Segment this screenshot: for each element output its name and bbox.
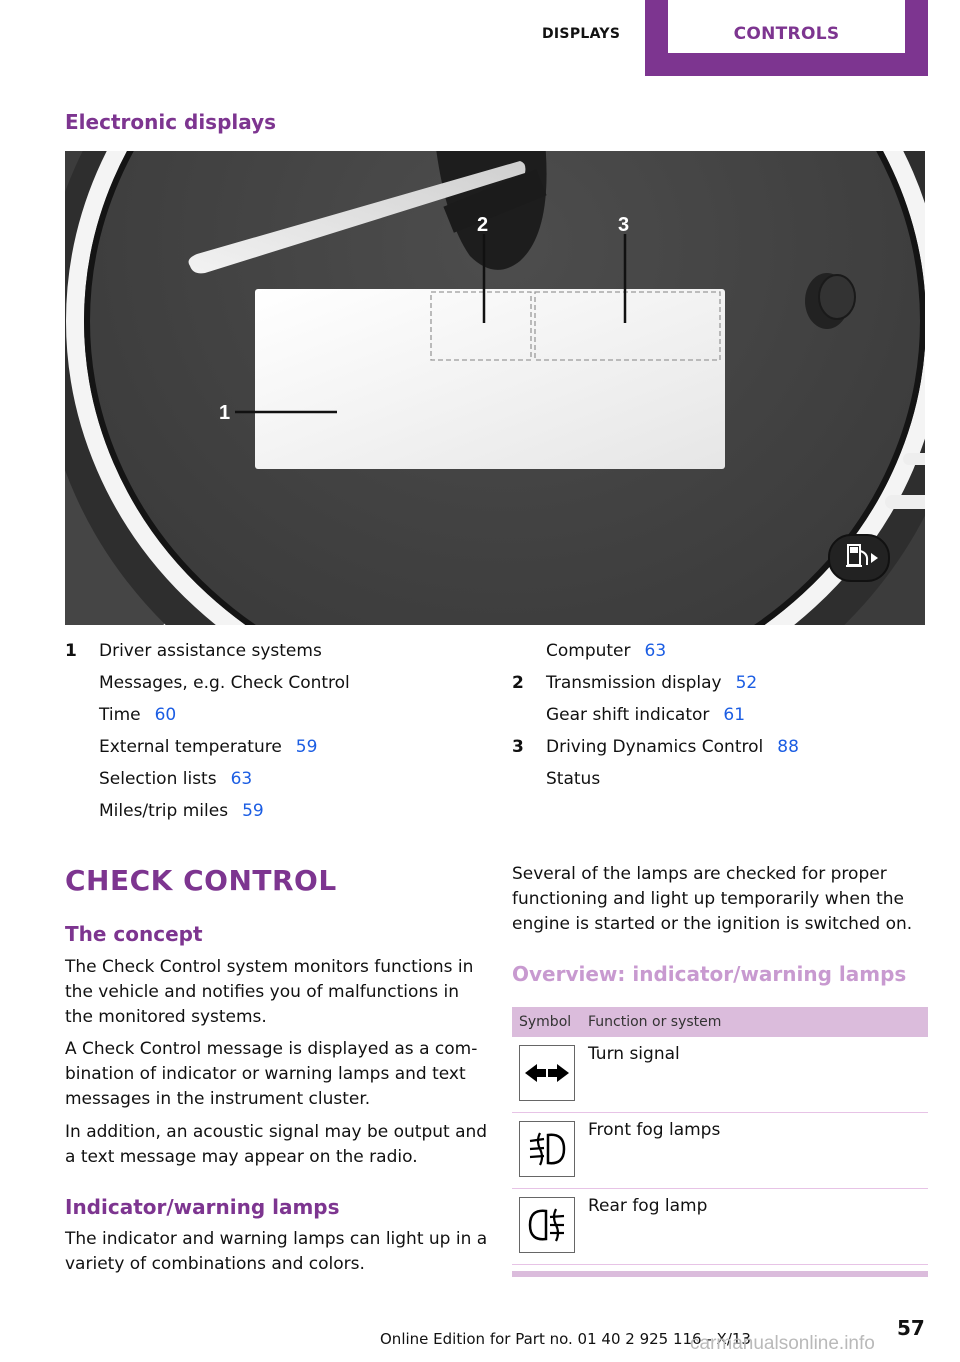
legend-text: Miles/trip miles — [99, 801, 229, 821]
lamp-label: Turn signal — [588, 1044, 680, 1064]
section-tab-controls-label: CONTROLS — [668, 0, 905, 53]
legend-text: Computer — [546, 641, 631, 661]
rear-fog-lamp-icon — [519, 1197, 575, 1253]
turn-signal-icon — [519, 1045, 575, 1101]
instrument-cluster-figure: 2 3 1 — [65, 151, 925, 625]
indicator-light-bar — [903, 453, 925, 465]
table-row: Turn signal — [512, 1037, 928, 1113]
page-reference-link[interactable]: 52 — [736, 667, 758, 699]
page-reference-link[interactable]: 61 — [723, 699, 745, 731]
legend-item: 1 Driver assistance systems — [65, 635, 350, 667]
lamp-label: Front fog lamps — [588, 1120, 721, 1140]
column-header-symbol: Symbol — [519, 1014, 572, 1030]
concept-paragraph-3: In addition, an acoustic signal may be o… — [65, 1122, 488, 1167]
legend-text: Status — [546, 769, 601, 789]
legend-item: 3 Driving Dynamics Control 88 — [512, 731, 799, 763]
callout-1: 1 — [219, 402, 230, 424]
page-number: 57 — [897, 1316, 925, 1340]
legend-item: Status — [512, 763, 799, 795]
legend-number: 3 — [512, 737, 524, 757]
lamp-label: Rear fog lamp — [588, 1196, 708, 1216]
fuel-pump-icon — [828, 534, 890, 582]
legend-text: Transmission display — [546, 673, 722, 693]
legend-number: 1 — [65, 641, 77, 661]
lamps-paragraph: The indicator and warning lamps can ligh… — [65, 1229, 488, 1274]
section-tab-controls: CONTROLS — [645, 0, 928, 76]
concept-heading: The concept — [65, 922, 203, 946]
indicator-light-bar — [885, 495, 925, 509]
legend-item: Miles/trip miles 59 — [65, 795, 350, 827]
lamps-heading: Indicator/warning lamps — [65, 1195, 340, 1219]
page-reference-link[interactable]: 59 — [242, 795, 264, 827]
page-reference-link[interactable]: 59 — [296, 731, 318, 763]
page-reference-link[interactable]: 63 — [645, 635, 667, 667]
table-row: Rear fog lamp — [512, 1189, 928, 1265]
front-fog-lamp-icon — [519, 1121, 575, 1177]
page-reference-link[interactable]: 88 — [777, 731, 799, 763]
callout-3: 3 — [618, 214, 629, 236]
section-tab-displays: DISPLAYS — [542, 26, 621, 42]
legend-text: External temperature — [99, 737, 282, 757]
legend-text: Driving Dynamics Control — [546, 737, 764, 757]
legend-text: Driver assistance systems — [99, 641, 322, 661]
lcd-display — [255, 289, 725, 469]
legend-item: Computer 63 — [512, 635, 799, 667]
legend-item: Time 60 — [65, 699, 350, 731]
legend-item: Messages, e.g. Check Control — [65, 667, 350, 699]
legend-text: Time — [99, 705, 141, 725]
page-reference-link[interactable]: 60 — [155, 699, 177, 731]
lamps-check-paragraph: Several of the lamps are checked for pro… — [512, 864, 913, 934]
figure-legend-right: Computer 63 2 Transmission display 52 Gear … — [512, 635, 799, 795]
legend-number: 2 — [512, 673, 524, 693]
lamp-table: Symbol Function or system Turn signal Fr… — [512, 1007, 928, 1277]
callout-2: 2 — [477, 214, 488, 236]
lamp-table-header: Symbol Function or system — [512, 1007, 928, 1037]
legend-text: Gear shift indicator — [546, 705, 710, 725]
legend-item: 2 Transmission display 52 — [512, 667, 799, 699]
page-reference-link[interactable]: 63 — [231, 763, 253, 795]
table-end-rule — [512, 1271, 928, 1277]
chapter-heading: CHECK CONTROL — [65, 864, 337, 897]
figure-legend-left: 1 Driver assistance systems Messages, e.g… — [65, 635, 350, 827]
concept-paragraph-2: A Check Control message is displayed as … — [65, 1039, 478, 1109]
legend-item: Gear shift indicator 61 — [512, 699, 799, 731]
legend-text: Selection lists — [99, 769, 217, 789]
column-header-function: Function or system — [588, 1014, 722, 1030]
legend-text: Messages, e.g. Check Control — [99, 673, 350, 693]
overview-heading: Overview: indicator/warning lamps — [512, 962, 907, 986]
watermark: carmanualsonline.info — [690, 1333, 875, 1354]
table-row: Front fog lamps — [512, 1113, 928, 1189]
section-title: Electronic displays — [65, 110, 277, 134]
legend-item: Selection lists 63 — [65, 763, 350, 795]
legend-item: External temperature 59 — [65, 731, 350, 763]
concept-paragraph-1: The Check Control system monitors functi… — [65, 957, 474, 1027]
